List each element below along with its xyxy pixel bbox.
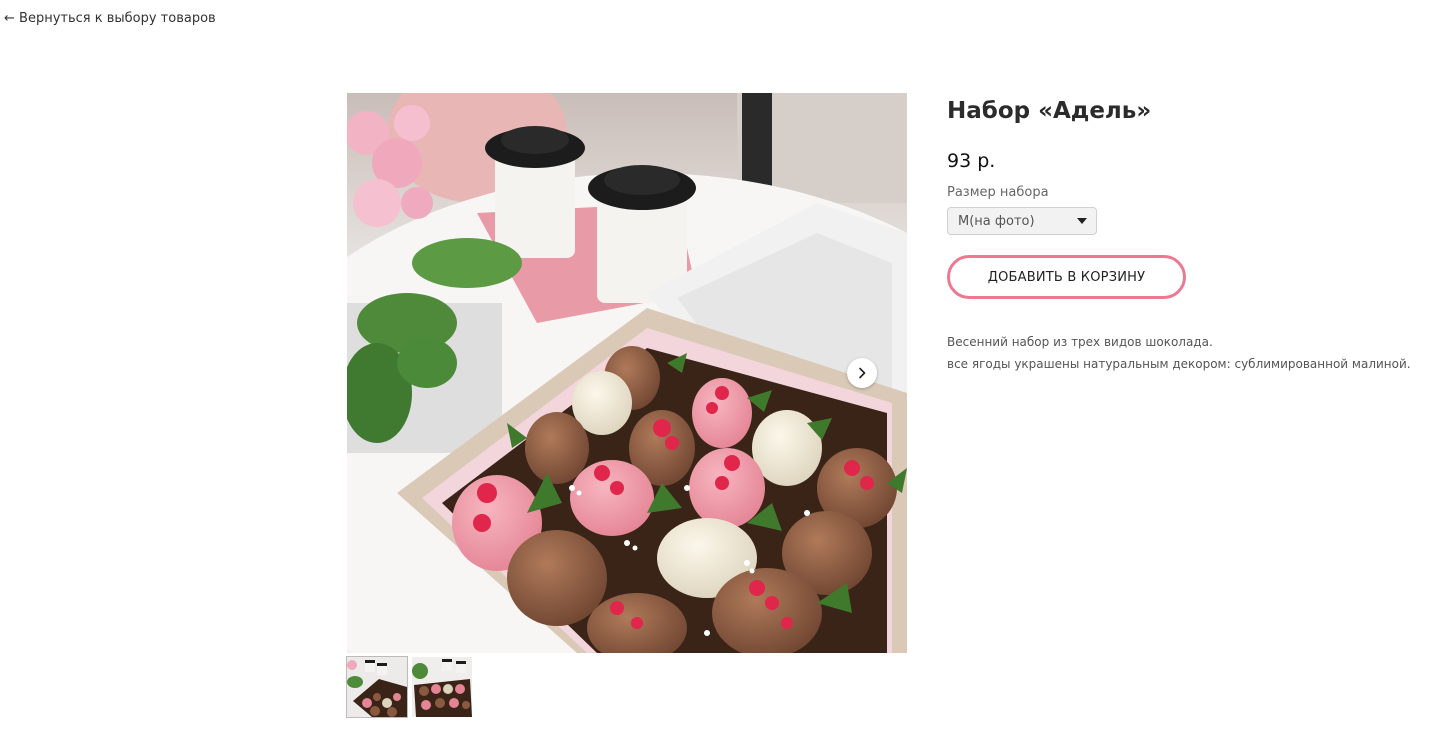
- description-line: Весенний набор из трех видов шоколада.: [947, 335, 1213, 349]
- product-gallery: [346, 93, 907, 718]
- description-line: все ягоды украшены натуральным декором: …: [947, 357, 1411, 371]
- add-to-cart-button[interactable]: ДОБАВИТЬ В КОРЗИНУ: [947, 255, 1186, 299]
- product-info: Набор «Адель» 93 р. Размер набора M(на ф…: [947, 93, 1452, 375]
- size-select[interactable]: M(на фото): [947, 207, 1097, 235]
- thumbnail-2[interactable]: [412, 657, 472, 717]
- next-image-button[interactable]: [847, 358, 877, 388]
- chevron-right-icon: [859, 367, 866, 379]
- thumbnail-1[interactable]: [346, 656, 408, 718]
- thumbnail-image: [347, 657, 407, 717]
- product-main-image[interactable]: [347, 93, 907, 653]
- thumbnail-strip: [346, 656, 907, 718]
- size-select-value: M(на фото): [958, 213, 1035, 229]
- back-to-products-link[interactable]: ← Вернуться к выбору товаров: [4, 11, 216, 26]
- size-option-label: Размер набора: [947, 185, 1049, 200]
- thumbnail-image: [412, 657, 472, 717]
- product-description: Весенний набор из трех видов шоколада. в…: [947, 331, 1452, 375]
- product-title: Набор «Адель»: [947, 98, 1152, 124]
- product-price: 93 р.: [947, 150, 996, 172]
- caret-down-icon: [1077, 218, 1087, 224]
- product-photo: [347, 93, 907, 653]
